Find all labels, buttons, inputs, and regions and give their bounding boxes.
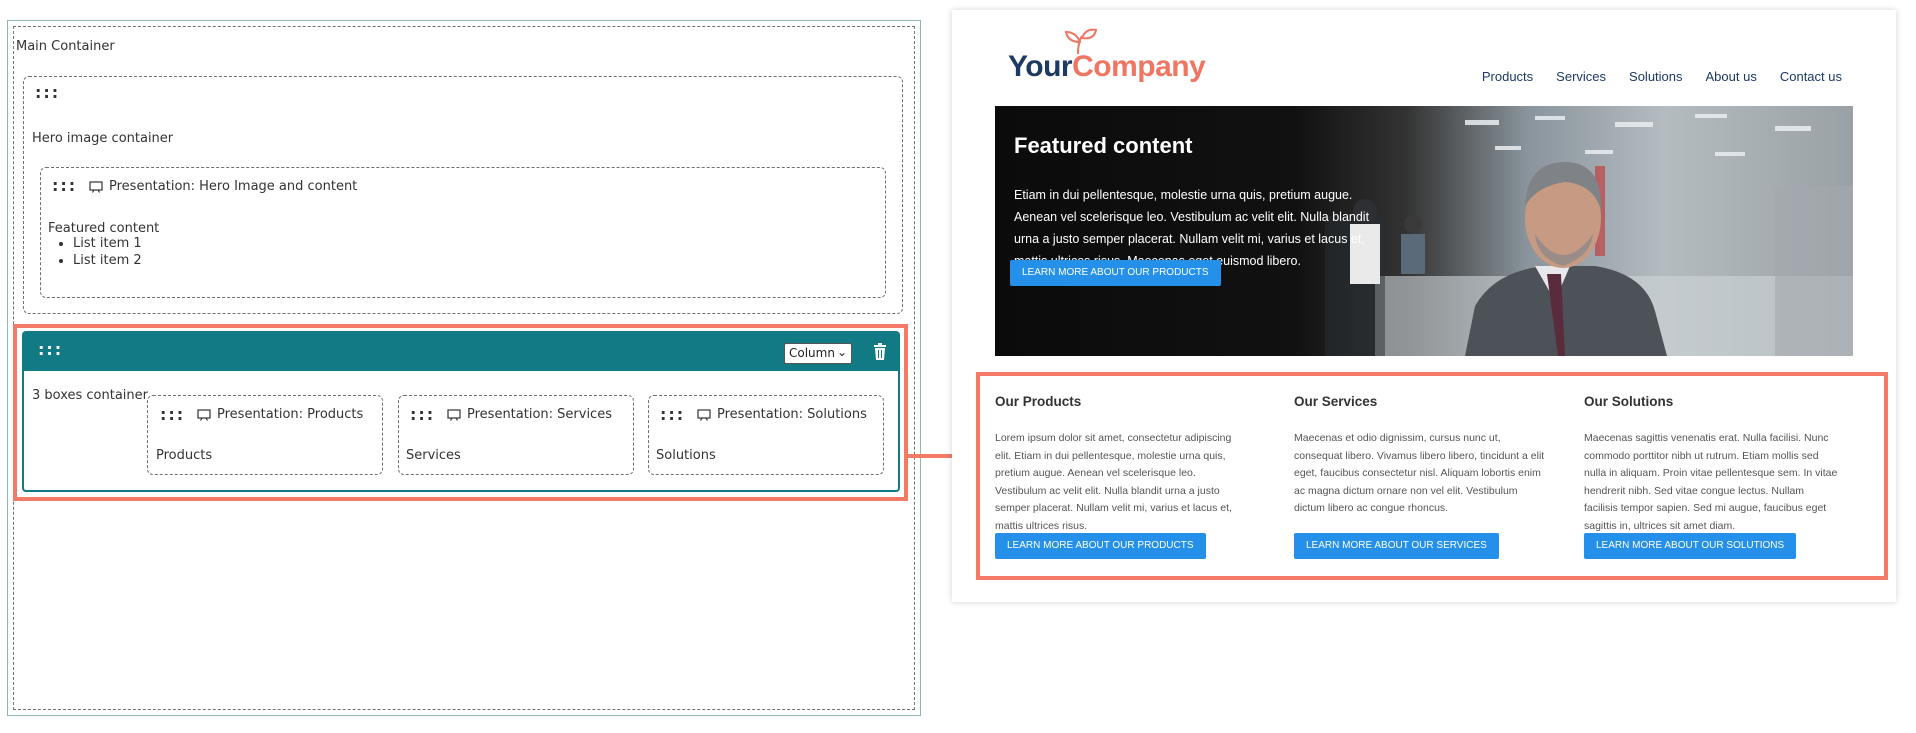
drag-handle-icon[interactable]: ::: [660,407,685,423]
nav-services[interactable]: Services [1556,69,1606,84]
presentation-label: Presentation: Products [217,407,364,422]
presentation-title-products: Presentation: Products [197,407,363,422]
drag-handle-icon[interactable]: ::: [35,85,60,101]
boxes-container-label: 3 boxes container [32,388,149,403]
box-services: Our Services Maecenas et odio dignissim,… [1294,394,1549,559]
presentation-content-services: Services [406,448,461,463]
hero-title: Featured content [1014,133,1193,158]
presentation-icon [447,408,461,421]
website-preview: YourCompany Products Services Solutions … [952,10,1896,602]
nav-solutions[interactable]: Solutions [1629,69,1682,84]
presentation-title-services: Presentation: Services [447,407,612,422]
nav-products[interactable]: Products [1482,69,1533,84]
hero-presentation-label: Presentation: Hero Image and content [109,179,358,194]
box-title: Our Products [995,394,1082,409]
presentation-content-solutions: Solutions [656,448,716,463]
chevron-down-icon: ⌄ [836,345,847,359]
drag-handle-icon[interactable]: ::: [160,407,185,423]
hero-banner: Featured content Etiam in dui pellentesq… [995,106,1853,356]
container-toolbar: ::: Column ⌄ [24,333,898,371]
box-products: Our Products Lorem ipsum dolor sit amet,… [995,394,1250,559]
layout-select-value: Column [789,346,835,360]
layout-select[interactable]: Column ⌄ [784,343,852,364]
drag-handle-icon[interactable]: ::: [410,407,435,423]
presentation-content-products: Products [156,448,213,463]
list-item: List item 1 [73,236,142,251]
box-text: Maecenas et odio dignissim, cursus nunc … [1294,432,1545,514]
drag-handle-icon[interactable]: ::: [52,178,77,194]
presentation-icon [89,180,103,193]
nav-contact-us[interactable]: Contact us [1780,69,1842,84]
box-title: Our Solutions [1584,394,1674,409]
learn-more-solutions-button[interactable]: LEARN MORE ABOUT OUR SOLUTIONS [1584,533,1797,559]
box-text: Lorem ipsum dolor sit amet, consectetur … [995,432,1232,532]
presentation-label: Presentation: Solutions [717,407,867,422]
company-logo[interactable]: YourCompany [1008,50,1206,84]
learn-more-services-button[interactable]: LEARN MORE ABOUT OUR SERVICES [1294,533,1499,559]
box-solutions: Our Solutions Maecenas sagittis venenati… [1584,394,1839,559]
hero-container-label: Hero image container [32,131,174,146]
nav-about-us[interactable]: About us [1706,69,1757,84]
hero-learn-more-button[interactable]: LEARN MORE ABOUT OUR PRODUCTS [1010,260,1221,286]
drag-handle-icon[interactable]: ::: [38,342,63,358]
list-item: List item 2 [73,253,142,268]
presentation-icon [197,408,211,421]
main-nav: Products Services Solutions About us Con… [1482,69,1842,84]
featured-content-label: Featured content [48,221,160,236]
trash-icon[interactable] [872,343,888,361]
box-title: Our Services [1294,394,1378,409]
presentation-label: Presentation: Services [467,407,612,422]
hero-list: List item 1 List item 2 [55,236,142,270]
logo-your: Your [1008,50,1073,83]
learn-more-products-button[interactable]: LEARN MORE ABOUT OUR PRODUCTS [995,533,1206,559]
main-container-label: Main Container [16,39,115,54]
presentation-title-solutions: Presentation: Solutions [697,407,867,422]
hero-text: Etiam in dui pellentesque, molestie urna… [1014,188,1370,268]
hero-presentation-title: Presentation: Hero Image and content [89,179,357,194]
presentation-icon [697,408,711,421]
box-text: Maecenas sagittis venenatis erat. Nulla … [1584,432,1838,532]
logo-company: Company [1072,50,1206,83]
